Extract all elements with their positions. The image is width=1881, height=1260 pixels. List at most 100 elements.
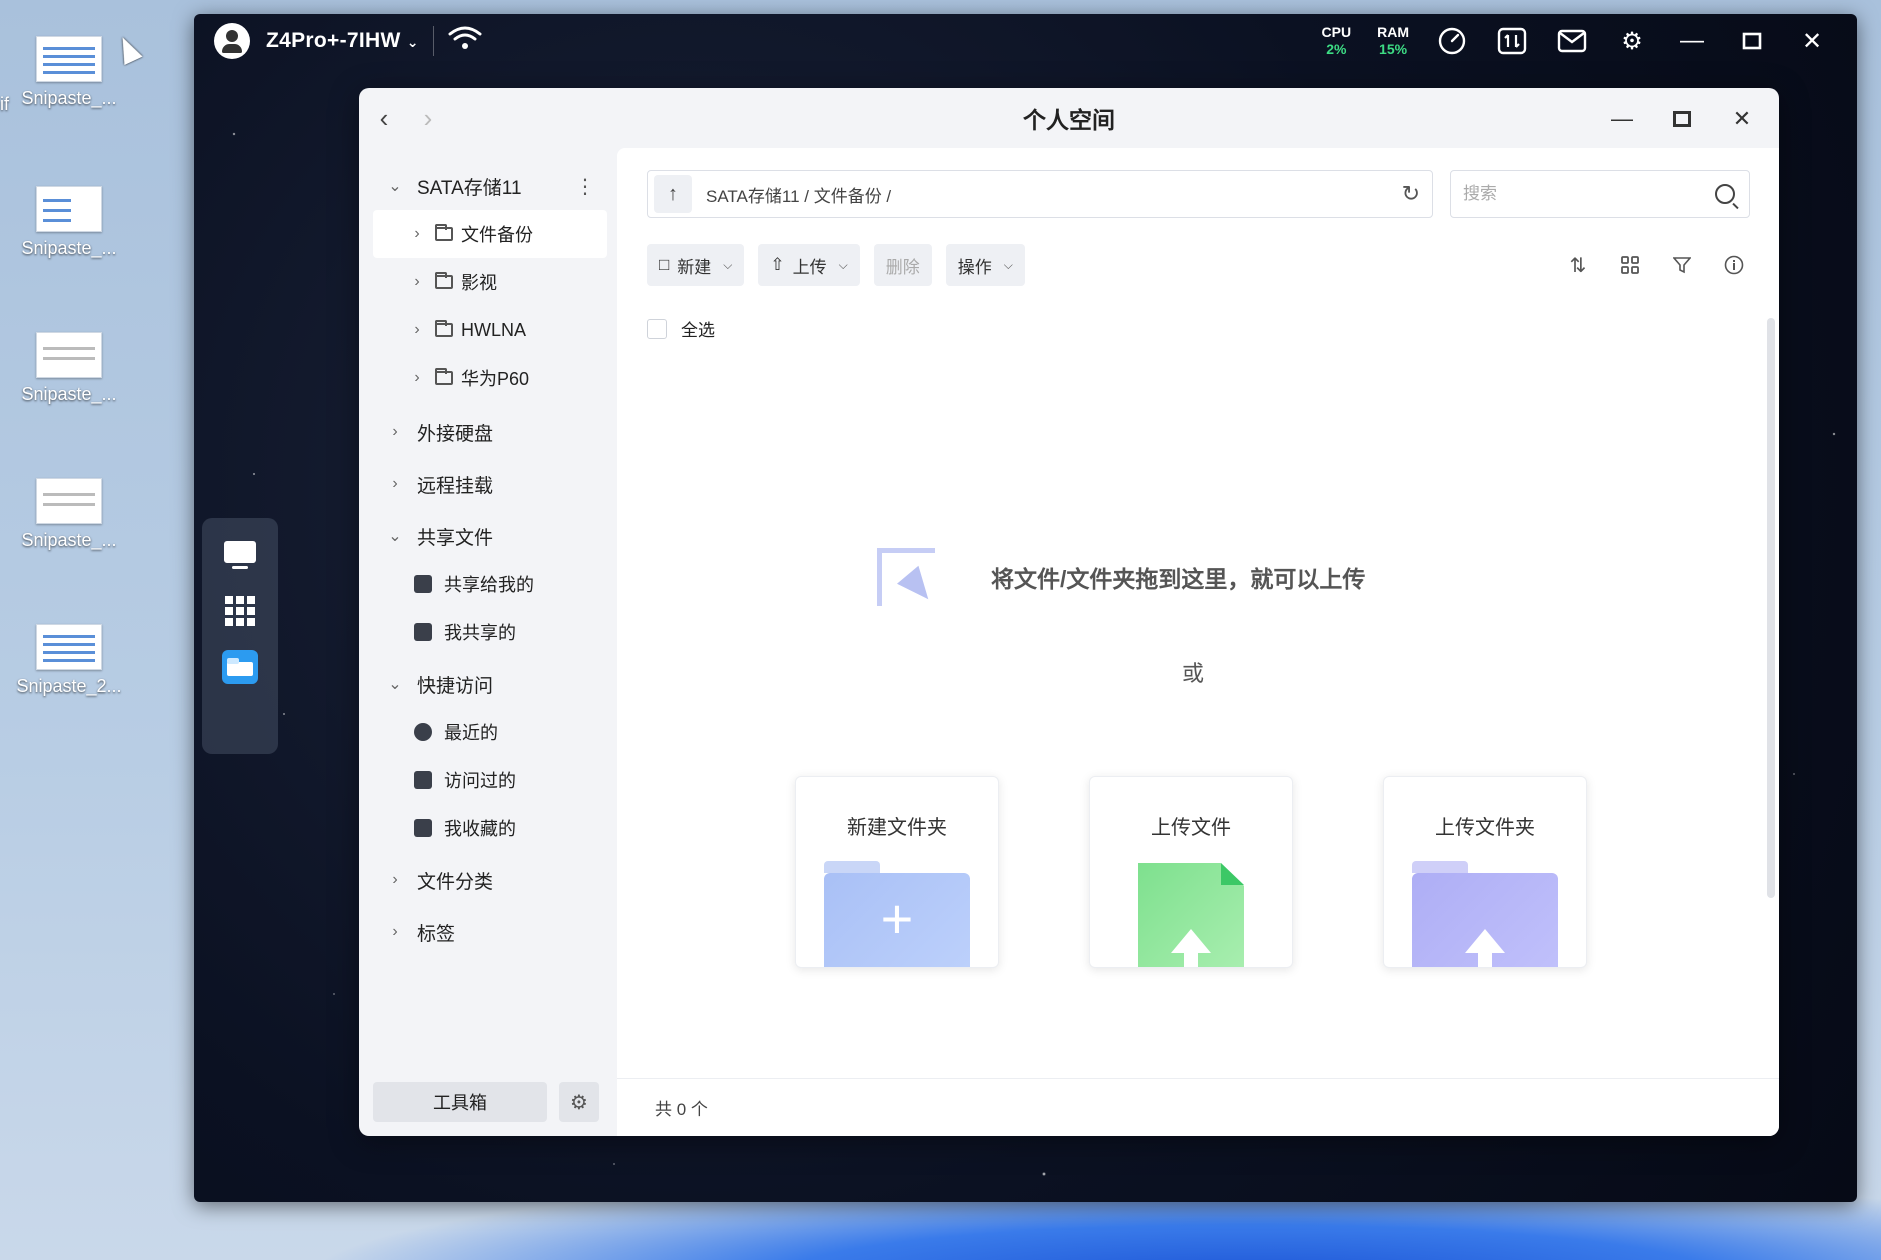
parent-folder-arrow-up-icon[interactable]: ↑	[654, 175, 692, 213]
grid-view-icon[interactable]	[1617, 252, 1643, 278]
upload-icon: ⇧	[770, 255, 785, 274]
topbar-status-area: CPU 2% RAM 15% ⚙ — ✕	[1322, 24, 1829, 58]
path-text[interactable]: SATA存储11 / 文件备份 /	[706, 182, 891, 207]
upload-folder-icon	[1412, 873, 1558, 967]
sidebar-settings-gear-icon[interactable]: ⚙	[559, 1082, 599, 1122]
info-icon[interactable]	[1721, 252, 1747, 278]
upload-folder-card[interactable]: 上传文件夹	[1383, 776, 1587, 968]
folder-icon	[435, 368, 453, 385]
forward-icon[interactable]: ›	[413, 103, 443, 133]
chevron-right-icon[interactable]: ›	[387, 423, 403, 441]
tree-file-categories[interactable]: › 文件分类	[359, 856, 617, 904]
folder-tab	[824, 861, 880, 873]
chevron-right-icon[interactable]: ›	[387, 475, 403, 493]
file-manager-app-icon[interactable]	[222, 650, 258, 684]
folder-icon	[435, 272, 453, 289]
chevron-down-icon: ⌵	[1003, 257, 1013, 272]
toolbox-button[interactable]: 工具箱	[373, 1082, 547, 1122]
share-out-icon	[414, 623, 432, 641]
upload-button[interactable]: ⇧ 上传 ⌵	[758, 244, 860, 286]
search-icon[interactable]	[1715, 184, 1735, 204]
desktop-icon[interactable]: Snipaste_...	[14, 332, 124, 405]
desktop-icon-label: Snipaste_...	[21, 238, 117, 258]
transfer-icon[interactable]	[1495, 24, 1529, 58]
chevron-right-icon[interactable]: ›	[387, 923, 403, 941]
tree-folder[interactable]: › HWLNA	[359, 306, 617, 354]
filter-icon[interactable]	[1669, 252, 1695, 278]
share-in-icon	[414, 575, 432, 593]
refresh-icon[interactable]: ↻	[1402, 181, 1420, 207]
chevron-down-icon[interactable]: ⌄	[387, 176, 403, 196]
chevron-down-icon[interactable]: ⌄	[387, 674, 403, 694]
vertical-scrollbar[interactable]	[1767, 318, 1775, 898]
user-avatar-icon[interactable]	[214, 23, 250, 59]
desktop-icon-label: Snipaste_2...	[16, 676, 122, 696]
chevron-right-icon[interactable]: ›	[409, 225, 425, 243]
tree-storage-root[interactable]: ⌄ SATA存储11 ⋮	[359, 162, 617, 210]
operate-button[interactable]: 操作 ⌵	[945, 244, 1025, 286]
new-file-icon: □	[659, 255, 670, 274]
tree-folder[interactable]: › 影视	[359, 258, 617, 306]
clipped-desktop-label: if	[0, 94, 9, 114]
close-icon[interactable]: ✕	[1795, 24, 1829, 58]
minimize-icon[interactable]: —	[1675, 24, 1709, 58]
select-all-checkbox[interactable]	[647, 318, 667, 339]
new-folder-icon: +	[824, 873, 970, 967]
window-minimize-icon[interactable]: —	[1605, 102, 1639, 136]
settings-gear-icon[interactable]: ⚙	[1615, 24, 1649, 58]
tree-shared-files[interactable]: ⌄ 共享文件	[359, 512, 617, 560]
file-thumbnail	[36, 186, 102, 232]
more-vertical-icon[interactable]: ⋮	[575, 174, 595, 199]
chevron-down-icon: ⌵	[723, 257, 733, 272]
sidebar-item-recent[interactable]: 最近的	[359, 708, 617, 756]
folder-tab	[1412, 861, 1468, 873]
chevron-right-icon[interactable]: ›	[409, 369, 425, 387]
folder-icon	[435, 320, 453, 337]
desktop-icon[interactable]: Snipaste_...	[14, 478, 124, 551]
upload-file-card[interactable]: 上传文件	[1089, 776, 1293, 968]
sidebar-item-visited[interactable]: 访问过的	[359, 756, 617, 804]
app-grid-icon[interactable]	[222, 596, 258, 626]
chevron-right-icon[interactable]: ›	[409, 321, 425, 339]
select-all: 全选	[647, 316, 715, 341]
desktop-icon[interactable]: Snipaste_...	[14, 186, 124, 259]
new-folder-card[interactable]: 新建文件夹 +	[795, 776, 999, 968]
speedometer-icon[interactable]	[1435, 24, 1469, 58]
main-content: ↑ SATA存储11 / 文件备份 / ↻ □ 新建 ⌵ ⇧ 上传 ⌵	[617, 148, 1779, 1136]
back-icon[interactable]: ‹	[369, 103, 399, 133]
ram-usage: RAM 15%	[1377, 24, 1409, 57]
device-name-dropdown[interactable]: Z4Pro+-7IHW ⌄	[266, 29, 419, 53]
maximize-icon[interactable]	[1735, 24, 1769, 58]
sort-icon[interactable]: ⇅	[1565, 252, 1591, 278]
eye-folder-icon	[414, 771, 432, 789]
sidebar-item-shared-with-me[interactable]: 共享给我的	[359, 560, 617, 608]
tree-external-disk[interactable]: › 外接硬盘	[359, 408, 617, 456]
tree-remote-mount[interactable]: › 远程挂载	[359, 460, 617, 508]
tree-tags[interactable]: › 标签	[359, 908, 617, 956]
desktop-icon[interactable]: Snipaste_...	[14, 36, 124, 109]
desktop-monitor-icon[interactable]	[222, 540, 258, 570]
cpu-usage: CPU 2%	[1321, 24, 1352, 57]
drop-hint-text: 将文件/文件夹拖到这里，就可以上传	[991, 566, 1366, 592]
or-text: 或	[1182, 661, 1205, 686]
view-controls: ⇅	[1565, 252, 1747, 278]
chevron-right-icon[interactable]: ›	[387, 871, 403, 889]
app-dock	[202, 518, 278, 754]
delete-button[interactable]: 删除	[873, 244, 932, 286]
window-close-icon[interactable]: ✕	[1725, 102, 1759, 136]
desktop-icon[interactable]: Snipaste_2...	[14, 624, 124, 697]
chevron-right-icon[interactable]: ›	[409, 273, 425, 291]
tree-quick-access[interactable]: ⌄ 快捷访问	[359, 660, 617, 708]
nas-desktop-window: Z4Pro+-7IHW ⌄ CPU 2% RAM 15% ⚙ — ✕ ‹ › 个…	[194, 14, 1857, 1202]
sidebar-item-my-shares[interactable]: 我共享的	[359, 608, 617, 656]
window-maximize-icon[interactable]	[1665, 102, 1699, 136]
search-input[interactable]	[1463, 184, 1683, 204]
mail-icon[interactable]	[1555, 24, 1589, 58]
tree-folder[interactable]: › 华为P60	[359, 354, 617, 402]
chevron-down-icon[interactable]: ⌄	[387, 526, 403, 546]
new-button[interactable]: □ 新建 ⌵	[647, 244, 745, 286]
sidebar-item-favorites[interactable]: 我收藏的	[359, 804, 617, 852]
file-thumbnail	[36, 478, 102, 524]
tree-folder-selected[interactable]: › 文件备份	[373, 210, 607, 258]
wifi-icon[interactable]	[448, 25, 482, 58]
